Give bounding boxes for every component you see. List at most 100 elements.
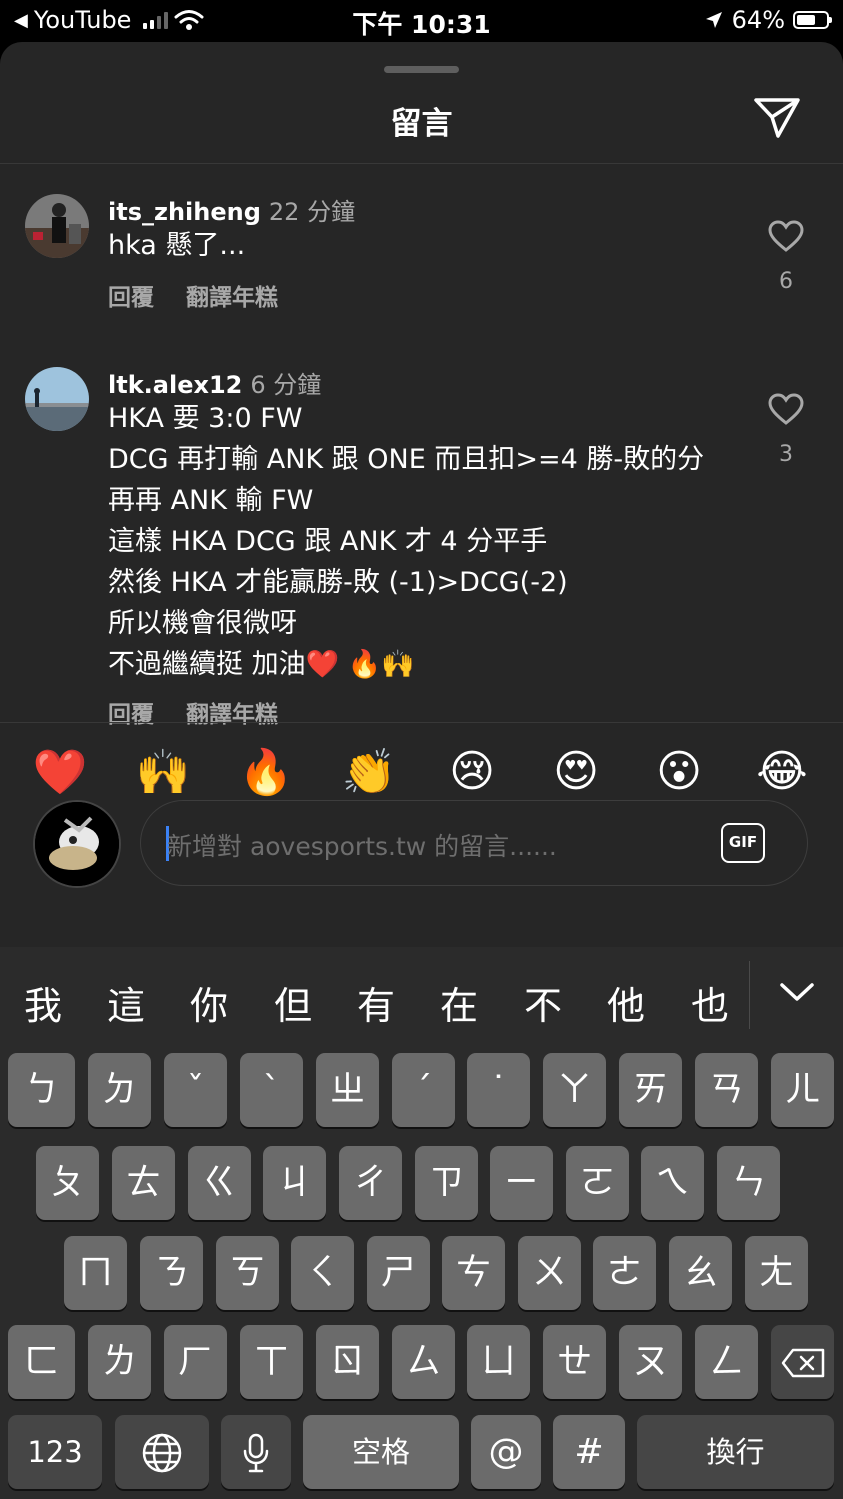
key-ang[interactable]: ㄤ bbox=[745, 1236, 808, 1310]
key-ao[interactable]: ㄠ bbox=[669, 1236, 732, 1310]
emoji-laughing[interactable]: 😂 bbox=[752, 746, 812, 797]
key-m[interactable]: ㄇ bbox=[64, 1236, 127, 1310]
key-ou[interactable]: ㄡ bbox=[619, 1325, 682, 1399]
key-x[interactable]: ㄒ bbox=[240, 1325, 303, 1399]
dictation-key[interactable] bbox=[221, 1415, 291, 1489]
status-bar: ◀ YouTube 下午 10:31 64% bbox=[0, 0, 843, 42]
emoji-crying[interactable]: 😢 bbox=[442, 746, 502, 797]
comment-input-placeholder: 新增對 aovesports.tw 的留言...... bbox=[167, 832, 557, 861]
key-e[interactable]: ㄜ bbox=[593, 1236, 656, 1310]
key-r[interactable]: ㄖ bbox=[316, 1325, 379, 1399]
microphone-icon bbox=[243, 1433, 269, 1473]
emoji-heart[interactable]: ❤️ bbox=[30, 746, 90, 798]
candidate-word[interactable]: 在 bbox=[434, 975, 484, 1030]
backspace-key[interactable] bbox=[771, 1325, 834, 1399]
key-f[interactable]: ㄈ bbox=[8, 1325, 75, 1399]
space-key[interactable]: 空格 bbox=[303, 1415, 459, 1489]
chevron-down-icon[interactable] bbox=[776, 977, 818, 1007]
candidate-word[interactable]: 他 bbox=[601, 975, 651, 1030]
like-count: 3 bbox=[779, 442, 793, 467]
comment-input[interactable]: 新增對 aovesports.tw 的留言...... GIF bbox=[140, 800, 808, 886]
comment-line: 不過繼續挺 加油❤️ 🔥🙌 bbox=[108, 649, 416, 680]
key-p[interactable]: ㄆ bbox=[36, 1146, 99, 1220]
header-divider bbox=[0, 163, 843, 164]
key-c[interactable]: ㄘ bbox=[442, 1236, 505, 1310]
hash-key[interactable]: # bbox=[553, 1415, 625, 1489]
numbers-key[interactable]: 123 bbox=[8, 1415, 102, 1489]
key-g[interactable]: ㄍ bbox=[188, 1146, 251, 1220]
comment-line: 所以機會很微呀 bbox=[108, 608, 297, 639]
key-ei[interactable]: ㄟ bbox=[641, 1146, 704, 1220]
key-t[interactable]: ㄊ bbox=[112, 1146, 175, 1220]
send-icon[interactable] bbox=[752, 96, 802, 140]
candidate-word[interactable]: 也 bbox=[685, 975, 735, 1030]
key-q[interactable]: ㄑ bbox=[291, 1236, 354, 1310]
at-key[interactable]: @ bbox=[471, 1415, 541, 1489]
globe-key[interactable] bbox=[115, 1415, 209, 1489]
comment-username[interactable]: its_zhiheng bbox=[108, 198, 261, 226]
key-an[interactable]: ㄢ bbox=[695, 1053, 758, 1127]
candidate-word[interactable]: 不 bbox=[518, 975, 568, 1030]
key-eh[interactable]: ㄝ bbox=[543, 1325, 606, 1399]
avatar[interactable] bbox=[25, 194, 89, 258]
key-tone4[interactable]: ˋ bbox=[240, 1053, 303, 1127]
key-n[interactable]: ㄋ bbox=[140, 1236, 203, 1310]
emoji-surprised[interactable]: 😮 bbox=[649, 746, 709, 797]
key-zh[interactable]: ㄓ bbox=[316, 1053, 379, 1127]
like-count: 6 bbox=[779, 269, 793, 294]
key-d[interactable]: ㄉ bbox=[88, 1053, 151, 1127]
key-a[interactable]: ㄚ bbox=[543, 1053, 606, 1127]
emoji-clapping[interactable]: 👏 bbox=[339, 746, 399, 798]
key-er[interactable]: ㄦ bbox=[771, 1053, 834, 1127]
key-b[interactable]: ㄅ bbox=[8, 1053, 75, 1127]
key-sh[interactable]: ㄕ bbox=[367, 1236, 430, 1310]
key-tone2[interactable]: ˊ bbox=[392, 1053, 455, 1127]
key-ch[interactable]: ㄔ bbox=[339, 1146, 402, 1220]
sheet-title: 留言 bbox=[390, 106, 453, 142]
key-z[interactable]: ㄗ bbox=[415, 1146, 478, 1220]
key-l[interactable]: ㄌ bbox=[88, 1325, 151, 1399]
my-avatar[interactable] bbox=[33, 800, 121, 888]
reply-button[interactable]: 回覆 bbox=[108, 285, 154, 311]
comment-line: DCG 再打輸 ANK 跟 ONE 而且扣>=4 勝-敗的分 bbox=[108, 444, 705, 475]
key-yu[interactable]: ㄩ bbox=[467, 1325, 530, 1399]
gif-button[interactable]: GIF bbox=[721, 823, 765, 863]
key-tone5[interactable]: ˙ bbox=[467, 1053, 530, 1127]
globe-icon bbox=[142, 1433, 182, 1473]
key-eng[interactable]: ㄥ bbox=[695, 1325, 758, 1399]
key-en[interactable]: ㄣ bbox=[717, 1146, 780, 1220]
candidate-word[interactable]: 我 bbox=[18, 975, 68, 1030]
comment-text: HKA 要 3:0 FW DCG 再打輸 ANK 跟 ONE 而且扣>=4 勝-… bbox=[108, 398, 704, 685]
candidate-word[interactable]: 有 bbox=[351, 975, 401, 1030]
comment-line: HKA 要 3:0 FW bbox=[108, 403, 303, 434]
like-heart-icon[interactable] bbox=[768, 393, 804, 425]
translate-button[interactable]: 翻譯年糕 bbox=[186, 285, 278, 311]
comment-username[interactable]: ltk.alex12 bbox=[108, 371, 242, 399]
key-k[interactable]: ㄎ bbox=[216, 1236, 279, 1310]
candidate-word[interactable]: 但 bbox=[268, 975, 318, 1030]
like-heart-icon[interactable] bbox=[768, 220, 804, 252]
sheet-grabber[interactable] bbox=[384, 66, 459, 73]
key-j[interactable]: ㄐ bbox=[263, 1146, 326, 1220]
key-i[interactable]: ㄧ bbox=[490, 1146, 553, 1220]
key-u[interactable]: ㄨ bbox=[518, 1236, 581, 1310]
emoji-fire[interactable]: 🔥 bbox=[236, 746, 296, 798]
key-s[interactable]: ㄙ bbox=[392, 1325, 455, 1399]
return-key[interactable]: 換行 bbox=[637, 1415, 834, 1489]
candidate-word[interactable]: 你 bbox=[184, 975, 234, 1030]
key-tone3[interactable]: ˇ bbox=[164, 1053, 227, 1127]
comments-sheet: 留言 its_zhiheng 22 分鐘 hka 懸了... 回覆 翻譯年糕 6… bbox=[0, 42, 843, 947]
key-h[interactable]: ㄏ bbox=[164, 1325, 227, 1399]
comment-line: 再再 ANK 輸 FW bbox=[108, 485, 314, 516]
key-o[interactable]: ㄛ bbox=[566, 1146, 629, 1220]
key-ai[interactable]: ㄞ bbox=[619, 1053, 682, 1127]
candidate-word[interactable]: 這 bbox=[101, 975, 151, 1030]
battery-icon bbox=[793, 11, 832, 29]
comment-text: hka 懸了... bbox=[108, 225, 245, 266]
avatar[interactable] bbox=[25, 367, 89, 431]
candidate-separator bbox=[749, 961, 750, 1029]
battery-percent: 64% bbox=[731, 6, 785, 34]
emoji-raised-hands[interactable]: 🙌 bbox=[133, 746, 193, 798]
comment-line: 然後 HKA 才能贏勝-敗 (-1)>DCG(-2) bbox=[108, 567, 568, 598]
emoji-heart-eyes[interactable]: 😍 bbox=[546, 746, 606, 797]
